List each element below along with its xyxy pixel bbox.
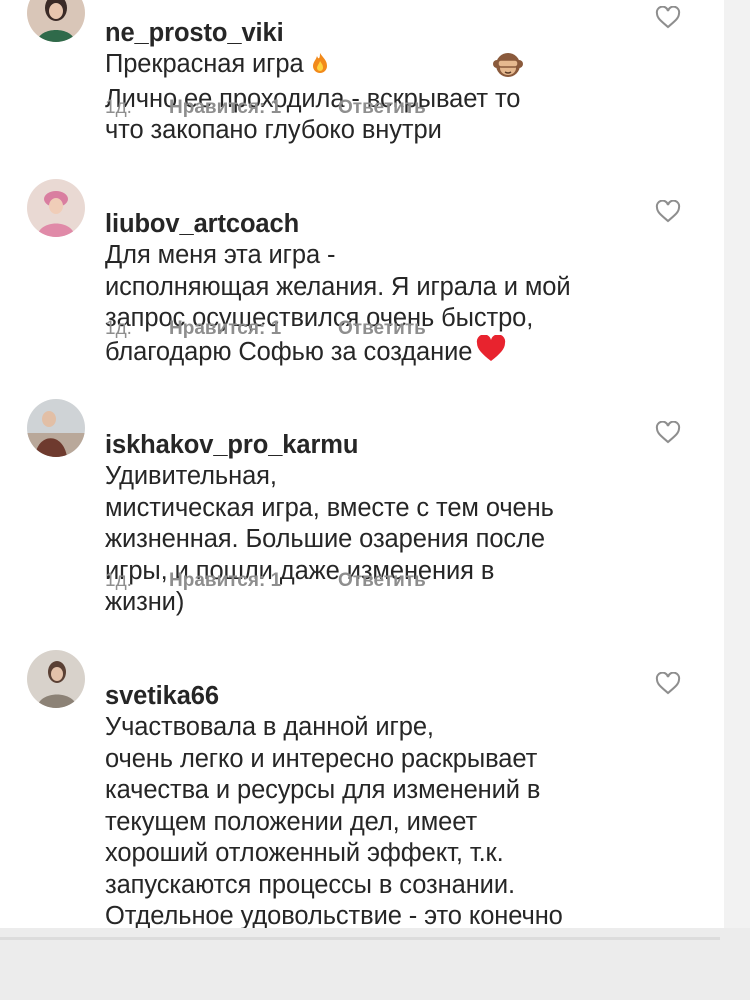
comment-body: Прекрасная игра — [105, 50, 304, 78]
likes-count[interactable]: Нравится: 1 — [169, 570, 281, 592]
comment-text: svetika66 Участвовала в данной игре, оче… — [105, 649, 625, 929]
comment-username[interactable]: liubov_artcoach — [105, 210, 299, 238]
fire-emoji — [308, 51, 332, 84]
comment-text: liubov_artcoach Для меня эта игра - испо… — [105, 177, 625, 371]
see-no-evil-monkey-emoji — [492, 50, 524, 85]
comment-username[interactable]: svetika66 — [105, 682, 219, 710]
comment-username[interactable]: ne_prosto_viki — [105, 19, 284, 47]
reply-button[interactable]: Ответить — [338, 97, 426, 119]
red-heart-emoji — [476, 333, 506, 372]
comment-age: 1д. — [105, 318, 132, 339]
divider — [0, 937, 720, 940]
comment-body: Участвовала в данной игре, очень легко и… — [105, 713, 563, 928]
reply-button[interactable]: Ответить — [338, 570, 426, 592]
like-heart-icon[interactable] — [655, 200, 681, 224]
avatar[interactable] — [27, 399, 85, 457]
likes-count[interactable]: Нравится: 1 — [169, 97, 281, 119]
comment-text: ne_prosto_viki Прекрасная игра Лично ее … — [105, 0, 625, 178]
like-heart-icon[interactable] — [655, 421, 681, 445]
likes-count[interactable]: Нравится: 1 — [169, 318, 281, 340]
comment-username[interactable]: iskhakov_pro_karmu — [105, 431, 358, 459]
avatar[interactable] — [27, 650, 85, 708]
scroll-gutter — [724, 0, 750, 928]
like-heart-icon[interactable] — [655, 6, 681, 30]
comment-age: 1д. — [105, 97, 132, 118]
comments-panel: ne_prosto_viki Прекрасная игра Лично ее … — [0, 0, 724, 928]
like-heart-icon[interactable] — [655, 672, 681, 696]
comment-body: Удивительная, мистическая игра, вместе с… — [105, 462, 554, 616]
comment-age: 1д. — [105, 570, 132, 591]
reply-button[interactable]: Ответить — [338, 318, 426, 340]
avatar[interactable] — [27, 0, 85, 42]
avatar[interactable] — [27, 179, 85, 237]
